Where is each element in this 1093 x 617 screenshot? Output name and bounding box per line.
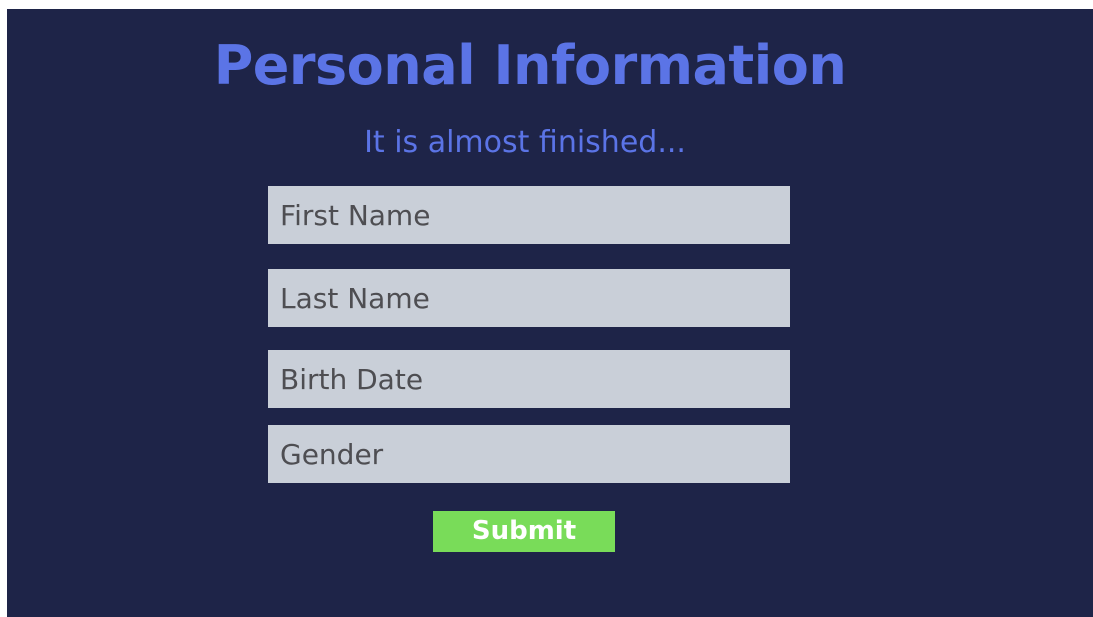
submit-button[interactable]: Submit <box>433 511 615 552</box>
form-panel: Personal Information It is almost finish… <box>7 9 1093 617</box>
page-subtitle: It is almost finished... <box>364 125 686 160</box>
first-name-field[interactable] <box>268 186 790 244</box>
birth-date-field[interactable] <box>268 350 790 408</box>
page-title: Personal Information <box>213 34 847 97</box>
gender-field[interactable] <box>268 425 790 483</box>
last-name-field[interactable] <box>268 269 790 327</box>
